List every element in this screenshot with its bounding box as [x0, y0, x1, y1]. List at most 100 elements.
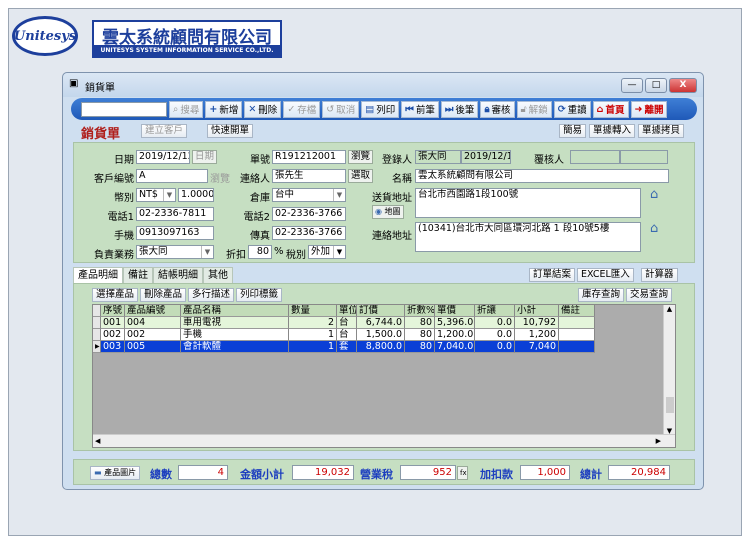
chevron-up-icon[interactable]: ▲ [664, 305, 675, 313]
fax-field[interactable]: 02-2336-3766 [272, 226, 346, 240]
unlock-button[interactable]: 🔓︎ 解鎖 [516, 100, 552, 118]
tab-other[interactable]: 其他 [203, 267, 233, 283]
minimize-button[interactable]: — [621, 78, 643, 93]
table-row[interactable]: ▶ 003 005 會計軟體 1 套 8,800.0 80 7,040.0 0.0 7,040 [93, 341, 595, 353]
grid-cell[interactable]: 訂價 [357, 305, 405, 317]
grid-cell[interactable]: 小計 [515, 305, 559, 317]
chevron-left-icon[interactable]: ◀ [95, 435, 100, 447]
multiline-desc-button[interactable]: 多行描述 [188, 288, 235, 302]
add-button[interactable]: + 新增 [205, 100, 243, 118]
ship-address-field[interactable]: 台北市西園路1段100號 [415, 188, 641, 218]
copy-doc-button[interactable]: 單據拷貝 [638, 124, 685, 138]
trade-query-button[interactable]: 交易查詢 [626, 288, 673, 302]
reload-button[interactable]: ⟳ 重讀 [553, 100, 591, 118]
date-field[interactable]: 2019/12/12 [136, 150, 190, 164]
grid-cell[interactable]: 產品編號 [125, 305, 181, 317]
tab-checkout-details[interactable]: 結帳明細 [153, 267, 203, 283]
reviewer-field [570, 150, 620, 164]
delete-button[interactable]: ✕ 刪除 [244, 100, 282, 118]
home-button[interactable]: ⌂ 首頁 [592, 100, 629, 118]
prev-button[interactable]: ⏮ 前筆 [401, 100, 439, 118]
map-button[interactable]: ◉ 地圖 [372, 205, 404, 219]
grid-cell: 套 [337, 341, 357, 353]
exit-button[interactable]: ➜ 離開 [630, 100, 668, 118]
creator-field: 張大同 [415, 150, 461, 164]
grid-cell: 0.0 [475, 329, 515, 341]
quick-order-button[interactable]: 快速開單 [207, 124, 254, 138]
mobile-field[interactable]: 0913097163 [136, 226, 214, 240]
home-address-icon[interactable]: ⌂ [650, 187, 658, 202]
chevron-right-icon[interactable]: ▶ [656, 435, 661, 447]
date-picker-button[interactable]: 日期 [192, 150, 218, 164]
cancel-button[interactable]: ↺ 取消 [322, 100, 360, 118]
close-button[interactable]: X [669, 78, 697, 93]
tel1-field[interactable]: 02-2336-7811 [136, 207, 214, 221]
table-row[interactable]: 002 002 手機 1 台 1,500.0 80 1,200.0 0.0 1,200 [93, 329, 595, 341]
create-customer-button[interactable]: 建立客戶 [141, 124, 188, 138]
grid-cell[interactable]: 序號 [101, 305, 125, 317]
pick-contact-button[interactable]: 選取 [348, 169, 374, 183]
import-doc-button[interactable]: 單據轉入 [589, 124, 636, 138]
table-row[interactable]: 001 004 車用電視 2 台 6,744.0 80 5,396.0 0.0 10,792 [93, 317, 595, 329]
tab-product-details[interactable]: 產品明細 [73, 267, 123, 283]
order-no-field[interactable]: R191212001 [272, 150, 346, 164]
audit-button[interactable]: 🔒︎ 審核 [480, 100, 515, 118]
stock-query-button[interactable]: 庫存查詢 [578, 288, 625, 302]
remove-product-button[interactable]: 刪除產品 [140, 288, 187, 302]
salesperson-select[interactable]: 張大同 ▼ [136, 245, 214, 259]
maximize-button[interactable]: □ [645, 78, 667, 93]
save-button[interactable]: ✓ 存檔 [283, 100, 321, 118]
grid-cell[interactable]: 產品名稱 [181, 305, 289, 317]
search-input[interactable] [81, 101, 167, 117]
grid-header[interactable]: 序號 產品編號 產品名稱 數量 單位 訂價 折數% 單價 折讓 小計 備註 [93, 305, 595, 317]
currency-select[interactable]: NT$ ▼ [136, 188, 176, 202]
scroll-thumb[interactable] [666, 397, 674, 413]
grid-cell [559, 317, 595, 329]
row-indicator[interactable] [93, 329, 101, 341]
grid-cell[interactable]: 單位 [337, 305, 357, 317]
print-button[interactable]: ▤ 列印 [361, 100, 400, 118]
vertical-scrollbar[interactable]: ▲ ▼ [663, 305, 675, 435]
home-label: 首頁 [605, 105, 625, 116]
contact-label: 連絡人 [240, 174, 270, 185]
product-image-button[interactable]: ▬ 產品圖片 [90, 466, 141, 480]
discount-field[interactable]: 80 [248, 245, 272, 259]
customer-name-field[interactable]: 雲太系統顧問有限公司 [415, 169, 669, 183]
exchange-rate-field[interactable]: 1.0000 [178, 188, 214, 202]
contact-field[interactable]: 張先生 [272, 169, 346, 183]
home-address-icon[interactable]: ⌂ [650, 221, 658, 236]
prev-icon: ⏮ [405, 103, 414, 115]
company-name-en: UNITESYS SYSTEM INFORMATION SERVICE CO.,… [94, 45, 280, 56]
warehouse-select[interactable]: 台中 ▼ [272, 188, 346, 202]
grid-cell: 1 [289, 341, 337, 353]
tax-type-select[interactable]: 外加 ▼ [308, 245, 346, 259]
grid-cell[interactable]: 單價 [435, 305, 475, 317]
grid-cell[interactable]: 折數% [405, 305, 435, 317]
grid-cell[interactable]: 數量 [289, 305, 337, 317]
simple-button[interactable]: 簡易 [559, 124, 587, 138]
calculator-button[interactable]: 計算器 [641, 268, 678, 282]
print-label-button[interactable]: 列印標籤 [236, 288, 283, 302]
row-indicator[interactable] [93, 305, 101, 317]
horizontal-scrollbar[interactable]: ◀ ▶ [93, 434, 675, 447]
grid-cell [559, 341, 595, 353]
grid-cell: 001 [101, 317, 125, 329]
adjustment-value: 1,000 [520, 465, 570, 480]
select-product-button[interactable]: 選擇產品 [92, 288, 139, 302]
tel2-field[interactable]: 02-2336-3766 [272, 207, 346, 221]
grid-cell[interactable]: 折讓 [475, 305, 515, 317]
contact-address-field[interactable]: (10341)台北市大同區環河北路 1 段10號5樓 [415, 222, 641, 252]
close-order-button[interactable]: 訂單結案 [529, 268, 576, 282]
row-indicator[interactable]: ▶ [93, 341, 101, 353]
search-button[interactable]: ⌕ 搜尋 [169, 100, 204, 118]
percent-sign: % [274, 246, 284, 257]
grid-cell[interactable]: 備註 [559, 305, 595, 317]
ship-address-label: 送貨地址 [372, 193, 412, 204]
tab-notes[interactable]: 備註 [123, 267, 153, 283]
customer-no-field[interactable]: A [136, 169, 208, 183]
row-indicator[interactable] [93, 317, 101, 329]
excel-import-button[interactable]: EXCEL匯入 [577, 268, 634, 282]
browse-order-button[interactable]: 瀏覽 [348, 150, 374, 164]
tax-calc-button[interactable]: fx [457, 466, 468, 480]
next-button[interactable]: ⏭ 後筆 [440, 100, 479, 118]
